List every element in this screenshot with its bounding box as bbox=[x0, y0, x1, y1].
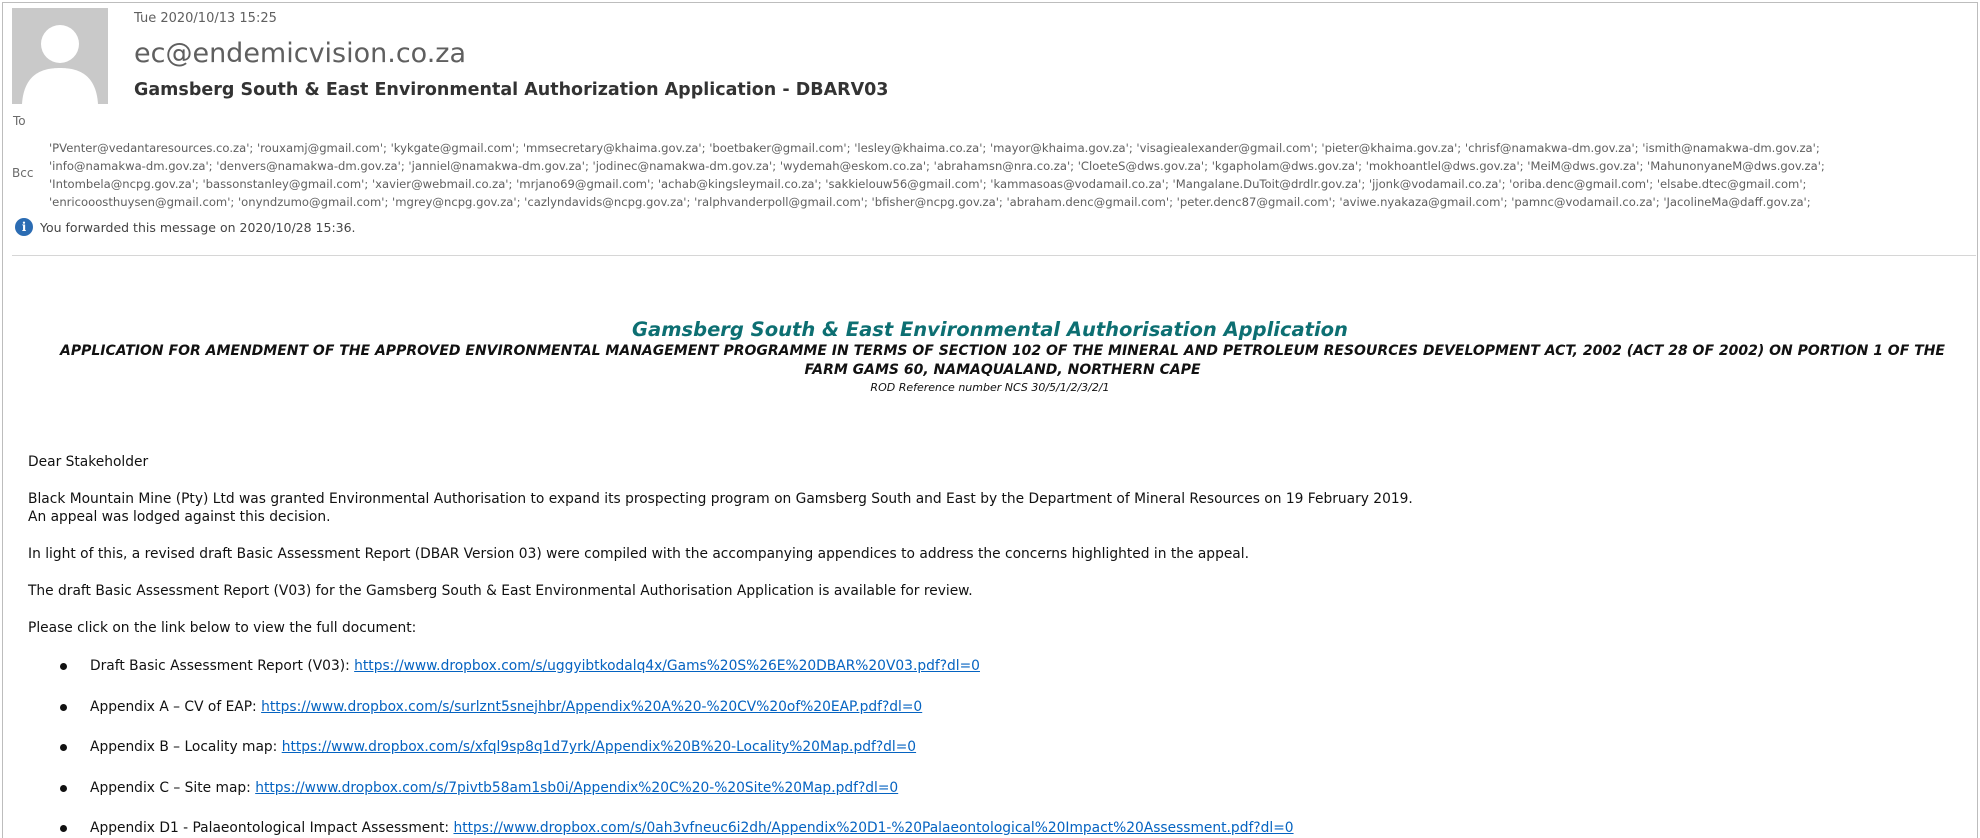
paragraph-revised: In light of this, a revised draft Basic … bbox=[28, 546, 1249, 562]
appendix-b-link[interactable]: https://www.dropbox.com/s/xfql9sp8q1d7yr… bbox=[282, 739, 916, 755]
link-label: Appendix D1 - Palaeontological Impact As… bbox=[90, 820, 454, 836]
bcc-label: Bcc bbox=[12, 166, 34, 180]
link-label: Draft Basic Assessment Report (V03): bbox=[90, 658, 355, 674]
appendix-a-link[interactable]: https://www.dropbox.com/s/surlznt5snejhb… bbox=[261, 699, 922, 715]
forwarded-notice: You forwarded this message on 2020/10/28… bbox=[40, 219, 356, 235]
appendix-d1-link[interactable]: https://www.dropbox.com/s/0ah3vfneuc6i2d… bbox=[453, 820, 1293, 836]
header-divider bbox=[12, 255, 1976, 256]
link-label: Appendix A – CV of EAP: bbox=[90, 698, 262, 715]
bcc-recipients-line: 'PVenter@vedantaresources.co.za'; 'rouxa… bbox=[49, 141, 1820, 155]
sender-address[interactable]: ec@endemicvision.co.za bbox=[134, 38, 466, 69]
link-label: Appendix C – Site map: bbox=[90, 779, 256, 796]
sender-avatar[interactable] bbox=[12, 8, 108, 104]
paragraph-instructions: Please click on the link below to view t… bbox=[28, 620, 417, 636]
sent-date: Tue 2020/10/13 15:25 bbox=[134, 11, 277, 26]
list-item: Appendix D1 - Palaeontological Impact As… bbox=[58, 819, 1294, 838]
list-item: Appendix B – Locality map: https://www.d… bbox=[58, 738, 1294, 779]
bcc-recipients-line: 'enricooosthuysen@gmail.com'; 'onyndzumo… bbox=[49, 195, 1811, 209]
bullet-icon bbox=[60, 825, 67, 832]
to-label: To bbox=[13, 114, 26, 128]
paragraph-line: Black Mountain Mine (Pty) Ltd was grante… bbox=[28, 491, 1413, 507]
reference-number: ROD Reference number NCS 30/5/1/2/3/2/1 bbox=[870, 381, 1110, 394]
paragraph-granted: Black Mountain Mine (Pty) Ltd was grante… bbox=[28, 490, 1413, 526]
bullet-icon bbox=[60, 703, 67, 711]
bullet-icon bbox=[60, 663, 67, 670]
paragraph-review: The draft Basic Assessment Report (V03) … bbox=[28, 583, 973, 599]
list-item: Draft Basic Assessment Report (V03): htt… bbox=[58, 657, 1294, 698]
info-icon: i bbox=[15, 218, 33, 236]
list-item: Appendix C – Site map: https://www.dropb… bbox=[58, 779, 1294, 820]
bcc-recipients-line: 'Intombela@ncpg.gov.za'; 'bassonstanley@… bbox=[49, 177, 1807, 191]
dbar-link[interactable]: https://www.dropbox.com/s/uggyibtkodalq4… bbox=[354, 658, 980, 674]
link-label: Appendix B – Locality map: bbox=[90, 739, 282, 755]
forwarded-infobar[interactable]: i You forwarded this message on 2020/10/… bbox=[15, 218, 356, 236]
bcc-recipient-list[interactable]: 'PVenter@vedantaresources.co.za'; 'rouxa… bbox=[49, 139, 1919, 211]
bullet-icon bbox=[60, 784, 67, 792]
bcc-recipients-line: 'info@namakwa-dm.gov.za'; 'denvers@namak… bbox=[49, 159, 1825, 173]
greeting: Dear Stakeholder bbox=[28, 454, 149, 470]
list-item: Appendix A – CV of EAP: https://www.drop… bbox=[58, 698, 1294, 739]
appendix-c-link[interactable]: https://www.dropbox.com/s/7pivtb58am1sb0… bbox=[255, 780, 898, 796]
document-subtitle: APPLICATION FOR AMENDMENT OF THE APPROVE… bbox=[60, 343, 1945, 378]
bullet-icon bbox=[60, 744, 67, 751]
document-link-list: Draft Basic Assessment Report (V03): htt… bbox=[58, 657, 1294, 838]
email-subject: Gamsberg South & East Environmental Auth… bbox=[134, 80, 889, 100]
person-placeholder-icon bbox=[12, 8, 108, 104]
document-title: Gamsberg South & East Environmental Auth… bbox=[632, 318, 1348, 341]
paragraph-line: An appeal was lodged against this decisi… bbox=[28, 509, 331, 525]
